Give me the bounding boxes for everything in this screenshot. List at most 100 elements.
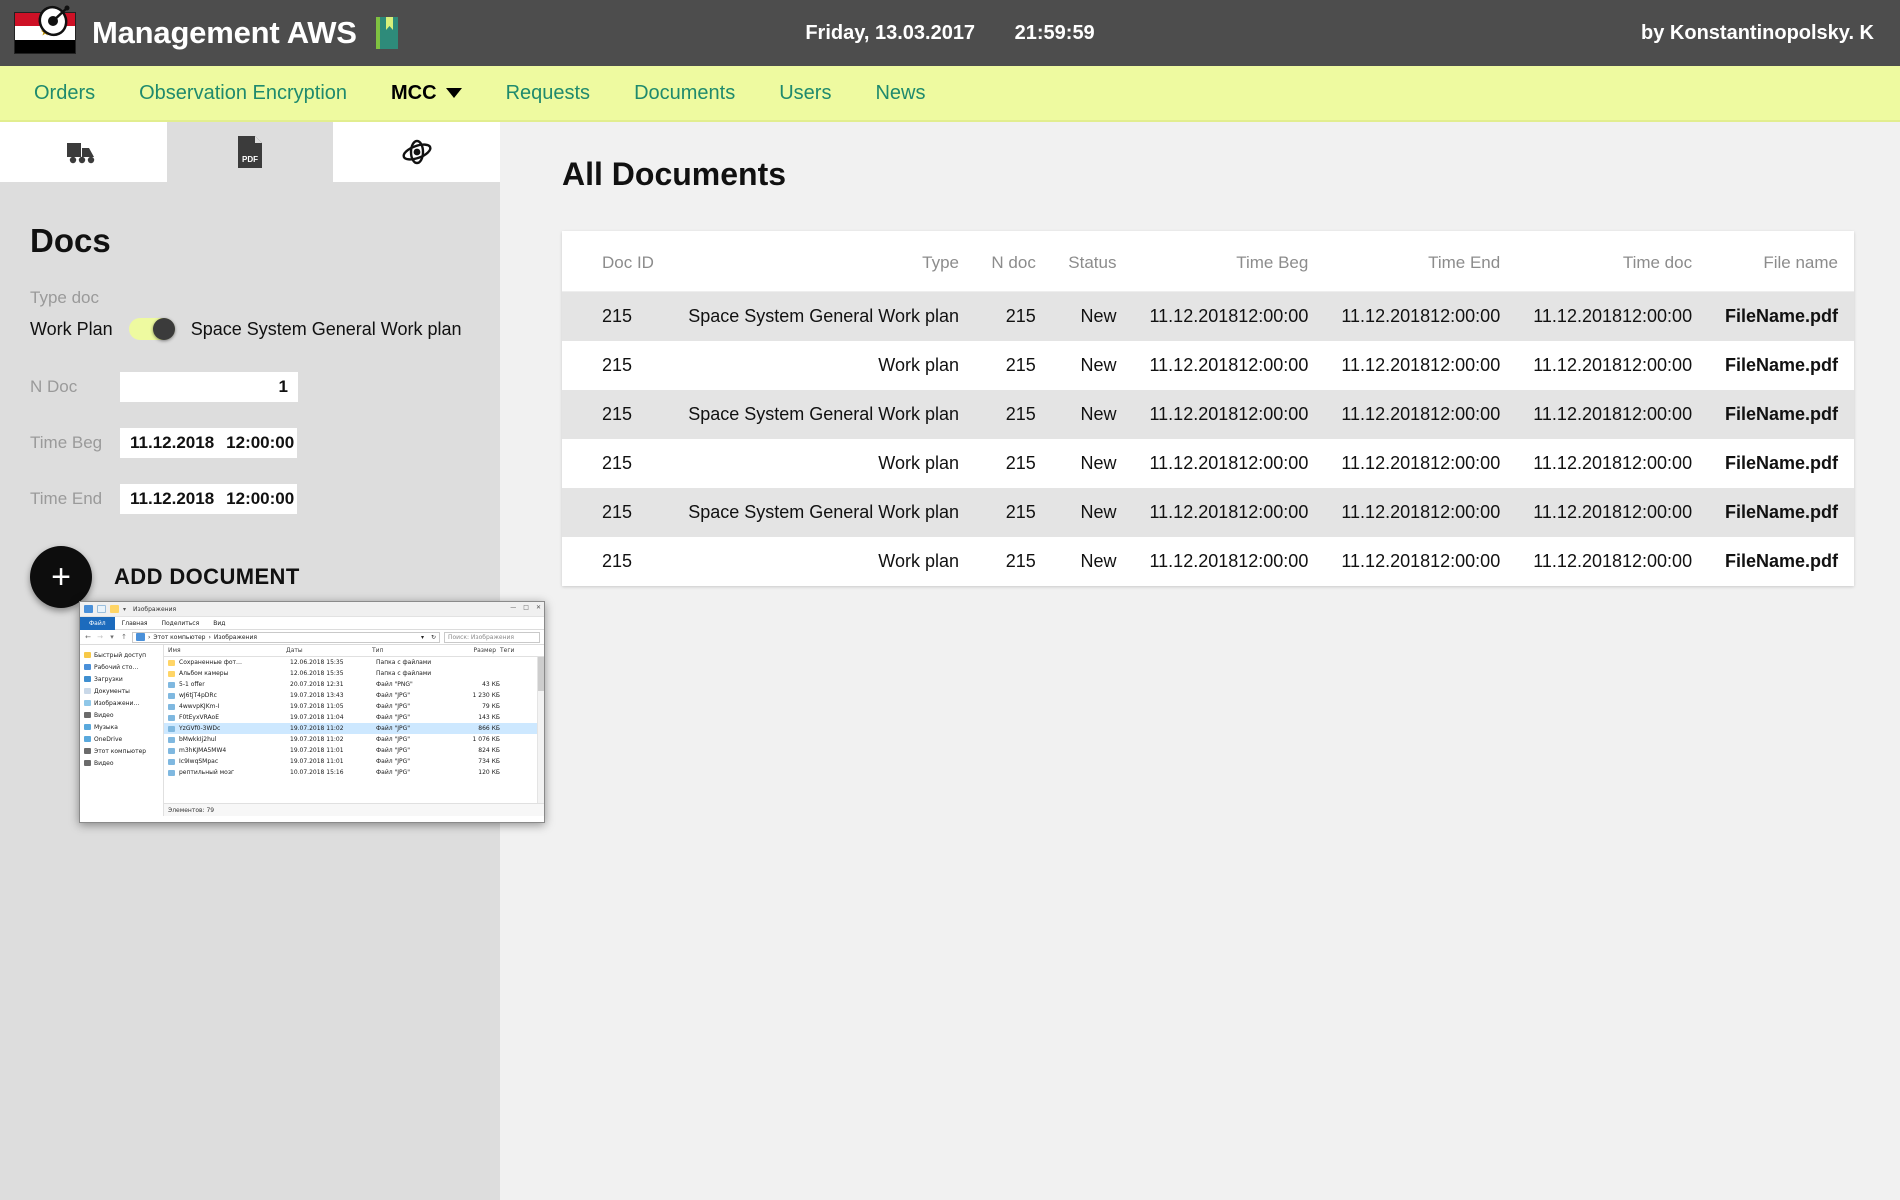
refresh-icon[interactable]: ↻ — [431, 634, 436, 641]
cell-time-doc-date: 11.12.2018 — [1533, 355, 1622, 376]
cell-file-name[interactable]: FileName.pdf — [1708, 537, 1854, 586]
up-icon[interactable]: ↑ — [120, 633, 128, 641]
tree-item-documents[interactable]: Документы — [84, 685, 163, 697]
tab-orbit[interactable] — [333, 122, 500, 182]
tree-item-desktop[interactable]: Рабочий сто… — [84, 661, 163, 673]
nav-item-observation-encryption[interactable]: Observation Encryption — [117, 74, 369, 113]
file-date: 12.06.2018 15:35 — [286, 670, 372, 677]
minimize-icon[interactable]: — — [510, 604, 516, 611]
col-type: Type — [671, 231, 975, 292]
nav-item-news[interactable]: News — [853, 74, 947, 113]
col-name[interactable]: Имя — [164, 647, 282, 654]
tree-item-downloads[interactable]: Загрузки — [84, 673, 163, 685]
nav-item-requests[interactable]: Requests — [484, 74, 613, 113]
file-date: 12.06.2018 15:35 — [286, 659, 372, 666]
cell-file-name[interactable]: FileName.pdf — [1708, 292, 1854, 342]
breadcrumb-item-pictures[interactable]: Изображения — [214, 634, 257, 641]
file-row[interactable]: bMwkkIj2hul 19.07.2018 11:02 Файл "JPG" … — [164, 734, 544, 745]
time-beg-input[interactable]: 11.12.2018 12:00:00 — [120, 428, 297, 458]
file-explorer-dialog[interactable]: ▾ Изображения — □ ✕ Файл Главная Поделит… — [79, 601, 545, 823]
explorer-search-input[interactable]: Поиск: Изображения — [444, 632, 540, 643]
file-row[interactable]: Альбом камеры 12.06.2018 15:35 Папка с ф… — [164, 668, 544, 679]
cell-time-beg-date: 11.12.2018 — [1150, 453, 1239, 474]
file-row[interactable]: Сохраненные фот… 12.06.2018 15:35 Папка … — [164, 657, 544, 668]
breadcrumb[interactable]: › Этот компьютер › Изображения ▾ ↻ — [132, 632, 440, 643]
explorer-scrollbar[interactable] — [537, 657, 544, 803]
tree-item-onedrive[interactable]: OneDrive — [84, 733, 163, 745]
scrollbar-thumb[interactable] — [538, 657, 545, 691]
table-row[interactable]: 215 Work plan 215 New 11.12.201812:00:00… — [562, 439, 1854, 488]
time-end-input[interactable]: 11.12.2018 12:00:00 — [120, 484, 297, 514]
file-row-selected[interactable]: YzGVf0-3WDc 19.07.2018 11:02 Файл "JPG" … — [164, 723, 544, 734]
maximize-icon[interactable]: □ — [523, 604, 529, 611]
table-row[interactable]: 215 Work plan 215 New 11.12.201812:00:00… — [562, 537, 1854, 586]
tree-item-label: Рабочий сто… — [94, 664, 138, 671]
close-icon[interactable]: ✕ — [536, 604, 541, 611]
file-row[interactable]: m3hKJMA5MW4 19.07.2018 11:01 Файл "JPG" … — [164, 745, 544, 756]
cell-time-end-date: 11.12.2018 — [1341, 551, 1430, 572]
quick-access-dropdown-icon[interactable]: ▾ — [123, 606, 126, 613]
documents-table-card: Doc ID Type N doc Status Time Beg Time E… — [562, 231, 1854, 586]
cell-time-beg: 11.12.201812:00:00 — [1132, 292, 1324, 342]
table-row[interactable]: 215 Work plan 215 New 11.12.201812:00:00… — [562, 341, 1854, 390]
explorer-window-buttons: — □ ✕ — [510, 604, 541, 611]
file-row[interactable]: 5-1 offer 20.07.2018 12:31 Файл "PNG" 43… — [164, 679, 544, 690]
documents-main: All Documents Doc ID Type N doc Status T… — [500, 122, 1900, 1200]
tree-item-pictures[interactable]: Изображени… — [84, 697, 163, 709]
breadcrumb-sep: › — [148, 634, 150, 641]
col-date[interactable]: Даты — [282, 647, 368, 654]
cell-file-name[interactable]: FileName.pdf — [1708, 341, 1854, 390]
cell-status: New — [1052, 390, 1133, 439]
explorer-titlebar[interactable]: ▾ Изображения — □ ✕ — [80, 602, 544, 617]
col-tags[interactable]: Теги — [496, 647, 536, 654]
ribbon-tab-home[interactable]: Главная — [115, 617, 155, 630]
table-row[interactable]: 215 Space System General Work plan 215 N… — [562, 488, 1854, 537]
file-row[interactable]: рептильный мозг 10.07.2018 15:16 Файл "J… — [164, 767, 544, 778]
cell-file-name[interactable]: FileName.pdf — [1708, 390, 1854, 439]
forward-icon[interactable]: → — [96, 633, 104, 641]
nav-item-documents[interactable]: Documents — [612, 74, 757, 113]
cell-time-beg-time: 12:00:00 — [1238, 306, 1308, 327]
ribbon-tab-file[interactable]: Файл — [80, 617, 115, 630]
file-row[interactable]: wJ6tjT4pDRc 19.07.2018 13:43 Файл "JPG" … — [164, 690, 544, 701]
nav-item-users[interactable]: Users — [757, 74, 853, 113]
file-row[interactable]: F0tEyxVRAoE 19.07.2018 11:04 Файл "JPG" … — [164, 712, 544, 723]
table-row[interactable]: 215 Space System General Work plan 215 N… — [562, 390, 1854, 439]
properties-icon[interactable] — [97, 605, 106, 613]
folder-icon[interactable] — [110, 605, 119, 613]
n-doc-input[interactable]: 1 — [120, 372, 298, 402]
ribbon-tab-share[interactable]: Поделиться — [155, 617, 207, 630]
tab-pdf[interactable]: PDF — [167, 122, 334, 182]
ribbon-tab-view[interactable]: Вид — [206, 617, 232, 630]
file-row[interactable]: 4wwvpKJKm-I 19.07.2018 11:05 Файл "JPG" … — [164, 701, 544, 712]
tree-item-video-2[interactable]: Видео — [84, 757, 163, 769]
cell-file-name[interactable]: FileName.pdf — [1708, 439, 1854, 488]
file-row[interactable]: Ic9IwqSMpac 19.07.2018 11:01 Файл "JPG" … — [164, 756, 544, 767]
tree-item-this-pc[interactable]: Этот компьютер — [84, 745, 163, 757]
col-type[interactable]: Тип — [368, 647, 450, 654]
cell-type: Work plan — [671, 341, 975, 390]
nav-item-orders[interactable]: Orders — [12, 74, 117, 113]
page-title: Management AWS — [92, 15, 357, 51]
cell-type: Space System General Work plan — [671, 390, 975, 439]
col-size[interactable]: Размер — [450, 647, 496, 654]
type-doc-toggle[interactable] — [129, 318, 175, 340]
cell-file-name[interactable]: FileName.pdf — [1708, 488, 1854, 537]
table-row[interactable]: 215 Space System General Work plan 215 N… — [562, 292, 1854, 342]
breadcrumb-dropdown-icon[interactable]: ▾ — [421, 634, 424, 641]
image-file-icon — [168, 726, 175, 732]
tree-item-video[interactable]: Видео — [84, 709, 163, 721]
file-size: 734 КБ — [454, 758, 500, 765]
file-list-header: Имя Даты Тип Размер Теги — [164, 645, 544, 657]
tree-item-quick-access[interactable]: Быстрый доступ — [84, 649, 163, 661]
tab-delivery[interactable] — [0, 122, 167, 182]
back-icon[interactable]: ← — [84, 633, 92, 641]
nav-item-mcc[interactable]: MCC — [369, 74, 484, 113]
tree-item-music[interactable]: Музыка — [84, 721, 163, 733]
cell-time-beg: 11.12.201812:00:00 — [1132, 488, 1324, 537]
add-document-button[interactable]: + — [30, 546, 92, 608]
recent-locations-icon[interactable]: ▾ — [108, 633, 116, 641]
image-file-icon — [168, 693, 175, 699]
breadcrumb-item-computer[interactable]: Этот компьютер — [153, 634, 205, 641]
file-size: 1 076 КБ — [454, 736, 500, 743]
